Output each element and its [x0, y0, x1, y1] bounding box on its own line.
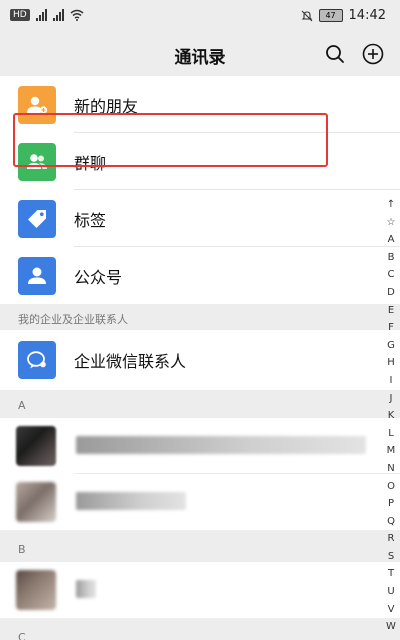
avatar: [16, 482, 56, 522]
index-letter[interactable]: F: [388, 319, 394, 337]
index-letter[interactable]: ↑: [387, 196, 395, 214]
search-icon: [326, 45, 344, 63]
contact-row[interactable]: [0, 562, 400, 618]
index-letter[interactable]: N: [387, 460, 394, 478]
contact-row[interactable]: [0, 474, 400, 530]
index-letter[interactable]: D: [387, 284, 395, 302]
section-header-label: 我的企业及企业联系人: [18, 313, 128, 326]
enterprise-chat-icon: [27, 351, 46, 369]
mute-icon: [301, 10, 312, 21]
battery-indicator: 47: [318, 9, 343, 22]
section-header-label: A: [18, 399, 26, 412]
index-letter[interactable]: U: [387, 583, 394, 601]
section-header-b: B: [0, 536, 400, 562]
hd-badge: HD: [10, 9, 30, 21]
menu-item-label: 标签: [74, 210, 107, 230]
highlight-box: [13, 113, 328, 167]
index-letter[interactable]: ☆: [387, 214, 396, 232]
section-header-a: A: [0, 392, 400, 418]
tag-icon: [28, 209, 46, 228]
menu-item-label: 公众号: [74, 267, 123, 287]
section-header-enterprise: 我的企业及企业联系人: [0, 304, 400, 330]
index-letter[interactable]: R: [388, 530, 395, 548]
index-letter[interactable]: I: [390, 372, 393, 390]
index-letter[interactable]: A: [388, 231, 395, 249]
index-letter[interactable]: J: [390, 390, 393, 408]
menu-list: 新的朋友 群聊 标签 公众号: [0, 76, 400, 304]
index-letter[interactable]: V: [388, 601, 395, 619]
contact-row[interactable]: [0, 418, 400, 474]
signal-icon-2: [52, 9, 64, 21]
index-letter[interactable]: K: [388, 407, 395, 425]
index-letter[interactable]: H: [387, 354, 395, 372]
alphabet-index-bar[interactable]: ↑ ☆ A B C D E F G H I J K L M N O P Q R S T U V W: [384, 196, 398, 636]
section-header-label: C: [18, 631, 26, 640]
official-accounts-tile: [18, 256, 56, 295]
signal-icon: [35, 9, 47, 21]
index-letter[interactable]: O: [387, 478, 395, 496]
index-letter[interactable]: S: [388, 548, 394, 566]
status-time: 14:42: [348, 8, 386, 23]
contact-name-blurred: [76, 436, 366, 454]
enterprise-contacts-label: 企业微信联系人: [74, 352, 187, 371]
wifi-icon: [70, 9, 84, 21]
index-letter[interactable]: W: [386, 618, 396, 636]
menu-item-official-accounts[interactable]: 公众号: [0, 247, 400, 304]
index-letter[interactable]: E: [388, 302, 394, 320]
index-letter[interactable]: M: [387, 442, 396, 460]
index-letter[interactable]: Q: [387, 513, 395, 531]
section-header-c: C: [0, 624, 400, 640]
contact-name-blurred: [76, 492, 186, 510]
index-letter[interactable]: T: [388, 565, 394, 583]
index-letter[interactable]: P: [388, 495, 394, 513]
avatar: [16, 426, 56, 466]
avatar: [16, 570, 56, 610]
add-button[interactable]: [358, 39, 388, 69]
official-account-icon: [28, 267, 46, 284]
index-letter[interactable]: L: [388, 425, 394, 443]
tags-tile: [18, 199, 56, 238]
contacts-screen: HD 47 14:42 通讯录 新的朋友 群聊 标签 公众号 我的企业及企业联系…: [0, 0, 400, 640]
index-letter[interactable]: G: [387, 337, 395, 355]
status-bar: HD 47 14:42: [0, 0, 400, 32]
contact-name-blurred: [76, 580, 96, 598]
status-right: 47 14:42: [301, 8, 386, 23]
status-left: HD: [10, 9, 84, 21]
menu-item-enterprise-contacts[interactable]: 企业微信联系人: [0, 330, 400, 390]
section-header-label: B: [18, 543, 26, 556]
index-letter[interactable]: C: [388, 266, 395, 284]
search-button[interactable]: [320, 39, 350, 69]
add-icon: [362, 43, 384, 65]
menu-item-tags[interactable]: 标签: [0, 190, 400, 247]
nav-bar: 通讯录: [0, 32, 400, 76]
enterprise-tile: [18, 341, 56, 379]
index-letter[interactable]: B: [388, 249, 395, 267]
